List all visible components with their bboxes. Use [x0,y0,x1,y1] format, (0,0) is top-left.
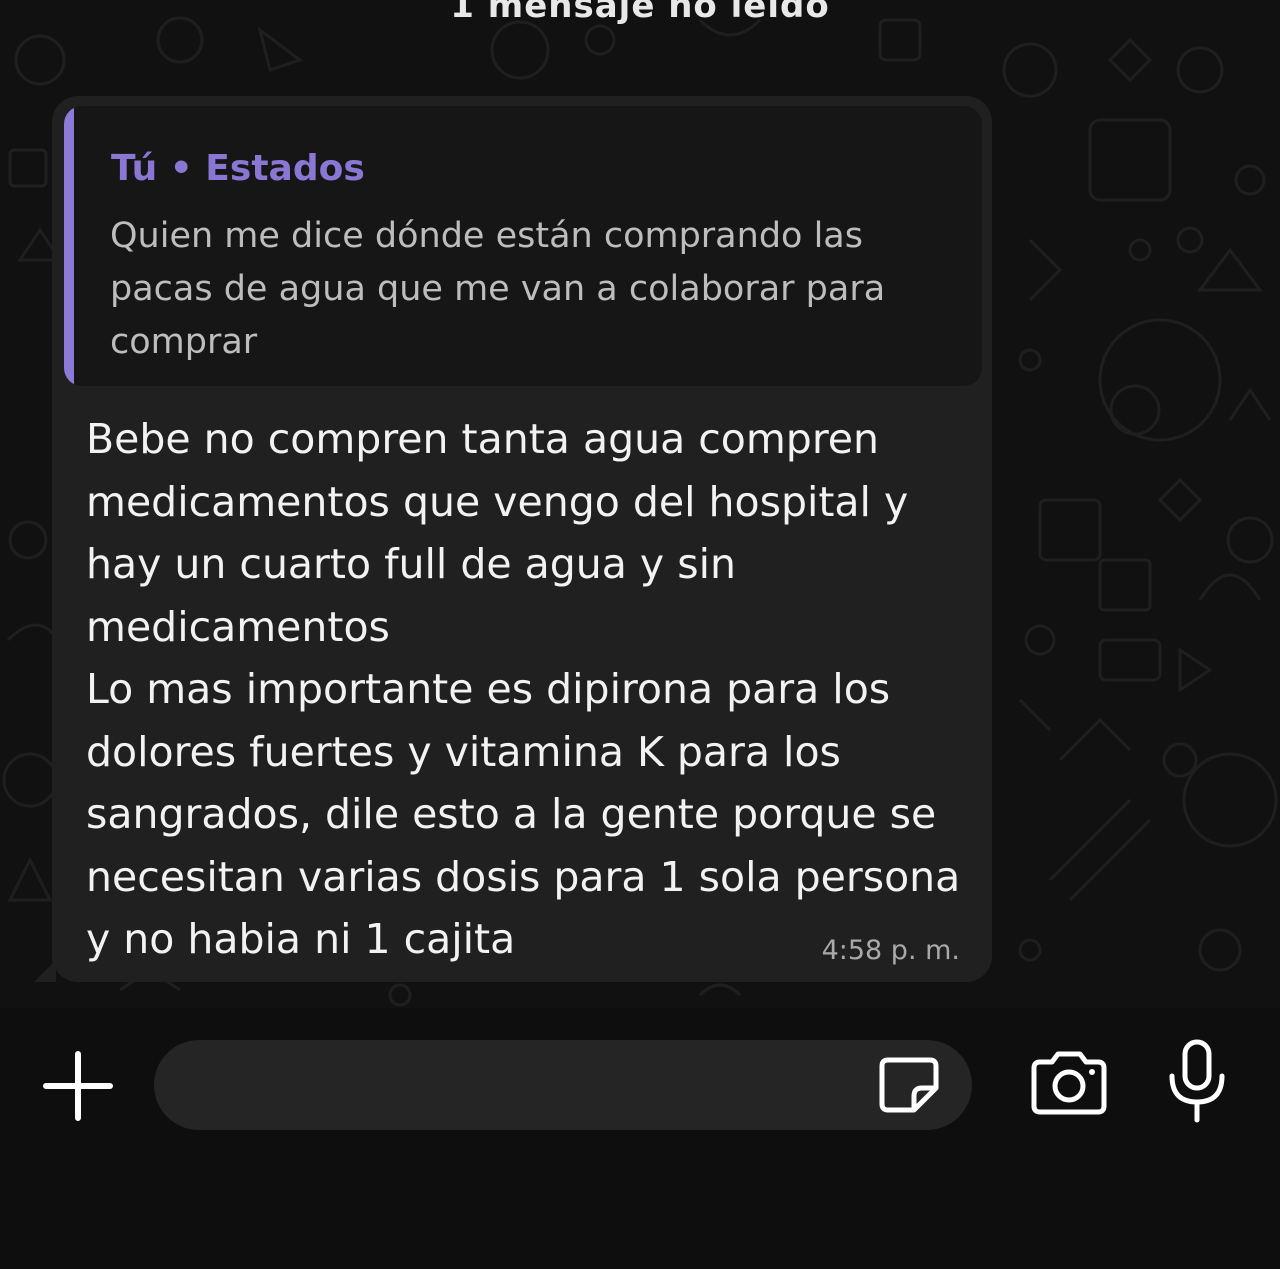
unread-messages-banner: 1 mensaje no leído [450,0,830,26]
quote-author: Tú • Estados [111,148,365,189]
quote-text: Quien me dice dónde están comprando las … [110,216,886,362]
camera-icon[interactable] [1028,1048,1110,1118]
bottom-safe-area [0,1158,1280,1269]
message-bubble[interactable]: Tú • Estados Quien me dice dónde están c… [52,96,992,982]
sticker-icon[interactable] [876,1054,942,1116]
message-timestamp: 4:58 p. m. [821,935,960,966]
quote-accent-bar [64,106,74,386]
plus-icon[interactable] [38,1046,118,1126]
microphone-icon[interactable] [1164,1038,1230,1124]
quoted-status-reply[interactable]: Tú • Estados Quien me dice dónde están c… [64,106,982,386]
chat-area: 1 mensaje no leído Tú • Estados Quien me… [0,0,1280,1008]
message-text: Bebe no compren tanta agua compren medic… [86,415,961,963]
message-input[interactable] [154,1040,972,1130]
composer-bar [0,1008,1280,1158]
